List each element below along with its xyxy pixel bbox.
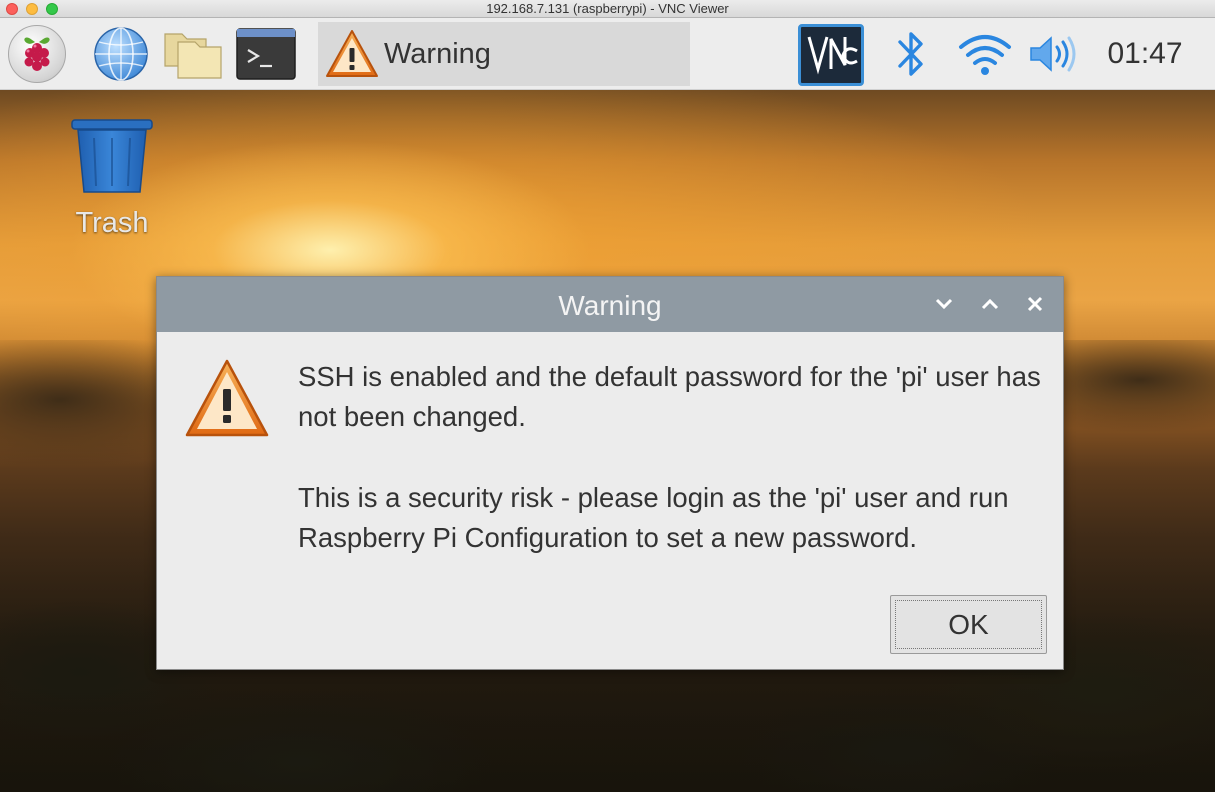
window-title: 192.168.7.131 (raspberrypi) - VNC Viewer bbox=[486, 1, 729, 16]
taskbar-clock[interactable]: 01:47 bbox=[1100, 18, 1190, 90]
warning-icon bbox=[326, 30, 378, 77]
dialog-maximize-button[interactable] bbox=[975, 289, 1005, 319]
close-icon bbox=[1027, 296, 1043, 312]
wifi-tray-button[interactable] bbox=[954, 18, 1016, 90]
trash-icon bbox=[71, 119, 153, 193]
vnc-server-icon bbox=[807, 36, 858, 75]
taskbar-warning-label: Warning bbox=[384, 37, 491, 70]
chevron-down-icon bbox=[935, 298, 953, 310]
taskbar: Warning 01:47 bbox=[0, 18, 1215, 90]
web-browser-launcher[interactable] bbox=[90, 18, 152, 90]
dialog-minimize-button[interactable] bbox=[929, 289, 959, 319]
volume-icon bbox=[1030, 36, 1076, 72]
web-browser-globe-icon bbox=[94, 27, 148, 81]
bluetooth-tray-button[interactable] bbox=[890, 18, 932, 90]
dialog-warning-icon-wrap bbox=[183, 357, 271, 441]
wifi-icon bbox=[959, 35, 1011, 75]
ok-button[interactable]: OK bbox=[890, 595, 1047, 654]
desktop-icon-trash[interactable]: Trash bbox=[60, 118, 164, 240]
dialog-message: SSH is enabled and the default password … bbox=[298, 357, 1058, 558]
dialog-titlebar[interactable]: Warning bbox=[157, 277, 1063, 332]
taskbar-warning-window-button[interactable]: Warning bbox=[318, 22, 690, 86]
terminal-launcher[interactable] bbox=[234, 18, 298, 90]
dialog-close-button[interactable] bbox=[1020, 289, 1050, 319]
bluetooth-icon bbox=[898, 32, 923, 76]
warning-icon bbox=[185, 359, 269, 437]
raspberry-pi-icon bbox=[8, 25, 66, 83]
main-menu-button[interactable] bbox=[6, 18, 68, 90]
file-manager-folder-icon bbox=[164, 33, 222, 79]
terminal-icon bbox=[236, 28, 296, 80]
chevron-up-icon bbox=[981, 298, 999, 310]
warning-dialog: Warning SSH is enabled and the default p… bbox=[156, 276, 1064, 670]
vnc-window-titlebar: 192.168.7.131 (raspberrypi) - VNC Viewer bbox=[0, 0, 1215, 18]
vnc-server-tray-button[interactable] bbox=[798, 24, 864, 86]
dialog-message-line-2: This is a security risk - please login a… bbox=[298, 482, 1009, 553]
desktop-icon-label: Trash bbox=[75, 207, 149, 239]
dialog-title: Warning bbox=[558, 290, 662, 321]
dialog-message-line-1: SSH is enabled and the default password … bbox=[298, 361, 1041, 432]
volume-tray-button[interactable] bbox=[1024, 18, 1082, 90]
file-manager-launcher[interactable] bbox=[160, 18, 226, 90]
